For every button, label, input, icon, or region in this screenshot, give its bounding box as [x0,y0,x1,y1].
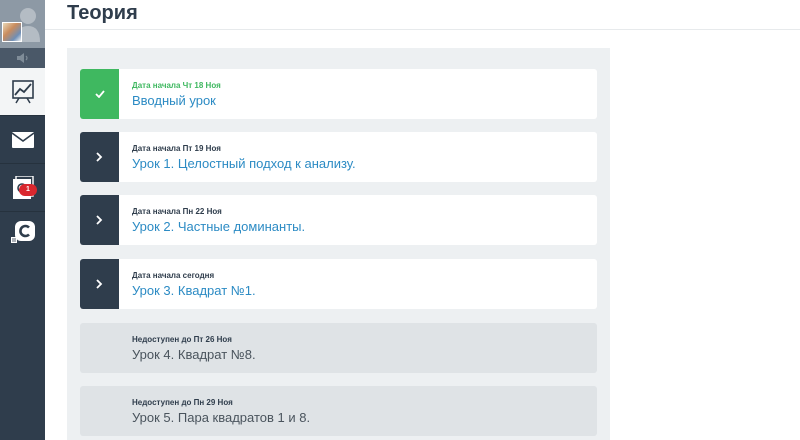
lesson-title: Урок 5. Пара квадратов 1 и 8. [132,410,311,425]
lesson-card[interactable]: Дата начала Чт 18 Ноя Вводный урок [80,69,597,119]
speaker-icon [16,53,28,63]
lesson-start-date: Дата начала Чт 18 Ноя [132,81,221,90]
sidebar-item-stats[interactable] [0,68,45,116]
lesson-title-link[interactable]: Урок 3. Квадрат №1. [132,283,256,298]
avatar-photo [2,22,22,42]
sidebar-item-docs[interactable]: 1 [0,164,45,212]
chevron-right-icon [96,215,103,225]
lesson-card-locked: Недоступен до Пн 29 Ноя Урок 5. Пара ква… [80,386,597,436]
lesson-status-marker [80,69,119,119]
lesson-title-link[interactable]: Урок 2. Частные доминанты. [132,219,305,234]
chevron-right-icon [96,152,103,162]
top-bar: Теория [45,0,800,30]
lesson-title: Урок 4. Квадрат №8. [132,347,256,362]
sidebar-item-mail[interactable] [0,116,45,164]
lesson-title-link[interactable]: Урок 1. Целостный подход к анализу. [132,156,356,171]
lesson-card-locked: Недоступен до Пт 26 Ноя Урок 4. Квадрат … [80,323,597,373]
lesson-status-marker[interactable] [80,259,119,309]
lesson-title-link[interactable]: Вводный урок [132,93,216,108]
chevron-right-icon [96,279,103,289]
notification-badge: 1 [19,184,37,196]
lesson-start-date: Дата начала Пн 22 Ноя [132,207,222,216]
lesson-card[interactable]: Дата начала сегодня Урок 3. Квадрат №1. [80,259,597,309]
sidebar-item-chat[interactable] [0,208,45,256]
chart-icon [11,79,34,103]
sound-toggle[interactable] [0,48,45,68]
page-title: Теория [67,2,138,24]
avatar[interactable] [0,0,45,48]
lessons-panel: Дата начала Чт 18 Ноя Вводный урок Дата … [67,48,610,440]
lesson-card[interactable]: Дата начала Пн 22 Ноя Урок 2. Частные до… [80,195,597,245]
lesson-available-date: Недоступен до Пт 26 Ноя [132,335,232,344]
lesson-start-date: Дата начала сегодня [132,271,215,280]
lesson-start-date: Дата начала Пт 19 Ноя [132,144,221,153]
lesson-status-marker[interactable] [80,132,119,182]
lesson-status-marker[interactable] [80,195,119,245]
envelope-icon [11,131,34,148]
sidebar: 1 [0,0,45,440]
lesson-available-date: Недоступен до Пн 29 Ноя [132,398,233,407]
chat-c-icon [10,221,35,243]
lesson-card[interactable]: Дата начала Пт 19 Ноя Урок 1. Целостный … [80,132,597,182]
checkmark-icon [94,90,105,98]
